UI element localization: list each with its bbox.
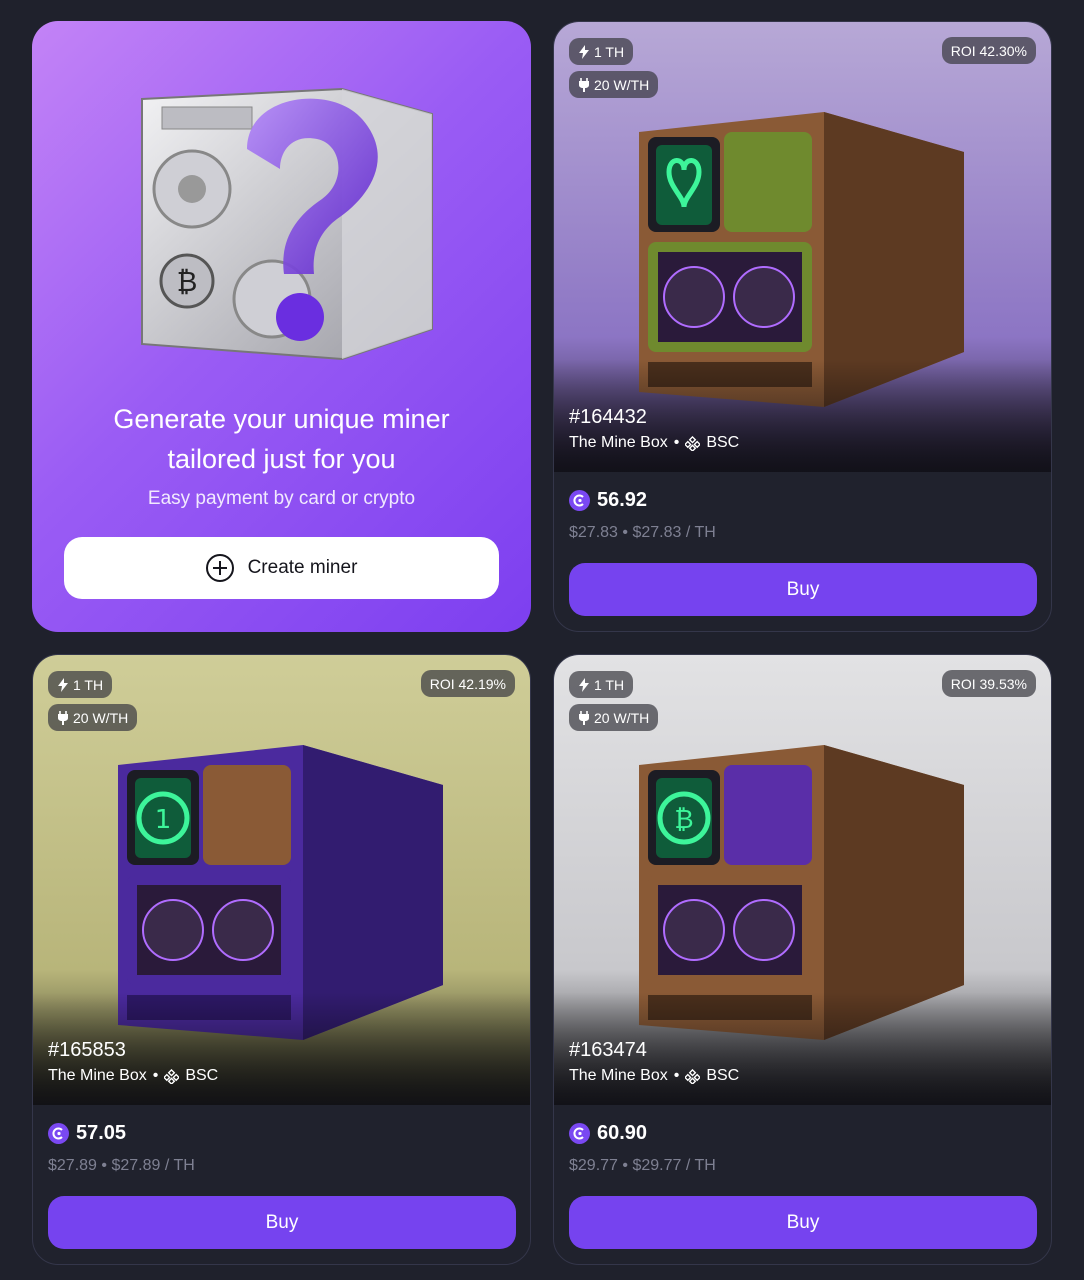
mystery-miner-illustration: ₿ (141, 87, 433, 361)
create-miner-button[interactable]: Create miner (64, 537, 499, 599)
bnb-chain-icon (685, 1068, 701, 1084)
miner-meta: The Mine Box • BSC (569, 1067, 739, 1085)
usd-price-line: $27.83 • $27.83 / TH (569, 524, 716, 542)
buy-button[interactable]: Buy (569, 563, 1037, 616)
meta-separator: • (673, 1067, 680, 1084)
efficiency-value: 20 W/TH (73, 709, 129, 726)
hashrate-value: 1 TH (73, 676, 104, 693)
bolt-icon (579, 44, 589, 59)
usd-per-th: $29.77 / TH (632, 1157, 716, 1174)
bolt-icon (58, 677, 68, 692)
buy-button[interactable]: Buy (569, 1196, 1037, 1249)
token-coin-icon (48, 1123, 69, 1144)
token-price: 57.05 (76, 1122, 127, 1144)
create-miner-promo-card: ₿ Generate your unique miner tailored ju… (32, 21, 531, 632)
price-row: 57.05 (48, 1122, 126, 1145)
token-coin-icon (569, 490, 590, 511)
plus-circle-icon (205, 554, 234, 582)
roi-badge: ROI 42.19% (420, 670, 515, 697)
miner-grid: ₿ Generate your unique miner tailored ju… (32, 21, 1052, 1265)
miner-meta: The Mine Box • BSC (569, 434, 739, 452)
network-name: BSC (706, 434, 740, 451)
miner-card[interactable]: 1 TH 20 W/TH ROI 42.30% #164432 The Mine… (553, 21, 1052, 632)
usd-price-line: $29.77 • $29.77 / TH (569, 1157, 716, 1175)
usd-separator: • (101, 1157, 107, 1174)
promo-title-line-1: Generate your unique miner (113, 404, 450, 434)
usd-price: $29.77 (569, 1157, 618, 1174)
plug-icon (58, 710, 68, 725)
usd-per-th: $27.83 / TH (632, 524, 716, 541)
usd-separator: • (622, 524, 628, 541)
miner-id: #163474 (569, 1039, 647, 1061)
roi-badge: ROI 42.30% (941, 37, 1036, 64)
efficiency-value: 20 W/TH (594, 76, 650, 93)
meta-separator: • (152, 1067, 159, 1084)
token-coin-icon (569, 1123, 590, 1144)
hashrate-value: 1 TH (594, 43, 625, 60)
miner-card[interactable]: ₿ 1 TH 20 W/TH ROI 39.53% #163474 The Mi… (553, 654, 1052, 1265)
meta-separator: • (673, 434, 680, 451)
efficiency-value: 20 W/TH (594, 709, 650, 726)
bnb-chain-icon (164, 1068, 180, 1084)
hashrate-badge: 1 TH (48, 671, 113, 698)
miner-meta: The Mine Box • BSC (48, 1067, 218, 1085)
bolt-icon (579, 677, 589, 692)
price-row: 56.92 (569, 489, 647, 512)
bnb-chain-icon (685, 435, 701, 451)
hashrate-value: 1 TH (594, 676, 625, 693)
network-name: BSC (706, 1067, 740, 1084)
hashrate-badge: 1 TH (569, 38, 634, 65)
svg-text:₿: ₿ (177, 265, 198, 298)
price-row: 60.90 (569, 1122, 647, 1145)
efficiency-badge: 20 W/TH (48, 704, 138, 731)
usd-price: $27.83 (569, 524, 618, 541)
promo-subtitle: Easy payment by card or crypto (147, 488, 416, 509)
buy-button[interactable]: Buy (48, 1196, 516, 1249)
create-miner-label: Create miner (247, 557, 358, 578)
miner-card[interactable]: 1 1 TH 20 W/TH ROI 42.19% #165853 The Mi… (32, 654, 531, 1265)
efficiency-badge: 20 W/TH (569, 704, 659, 731)
miner-id: #165853 (48, 1039, 126, 1061)
promo-title: Generate your unique miner tailored just… (32, 399, 531, 479)
plug-icon (579, 77, 589, 92)
plug-icon (579, 710, 589, 725)
token-price: 60.90 (597, 1122, 648, 1144)
collection-name: The Mine Box (569, 1067, 668, 1084)
usd-per-th: $27.89 / TH (111, 1157, 195, 1174)
collection-name: The Mine Box (569, 434, 668, 451)
roi-badge: ROI 39.53% (941, 670, 1036, 697)
token-price: 56.92 (597, 489, 648, 511)
usd-price: $27.89 (48, 1157, 97, 1174)
usd-price-line: $27.89 • $27.89 / TH (48, 1157, 195, 1175)
collection-name: The Mine Box (48, 1067, 147, 1084)
miner-id: #164432 (569, 406, 647, 428)
network-name: BSC (185, 1067, 219, 1084)
hashrate-badge: 1 TH (569, 671, 634, 698)
efficiency-badge: 20 W/TH (569, 71, 659, 98)
promo-title-line-2: tailored just for you (167, 444, 396, 474)
usd-separator: • (622, 1157, 628, 1174)
